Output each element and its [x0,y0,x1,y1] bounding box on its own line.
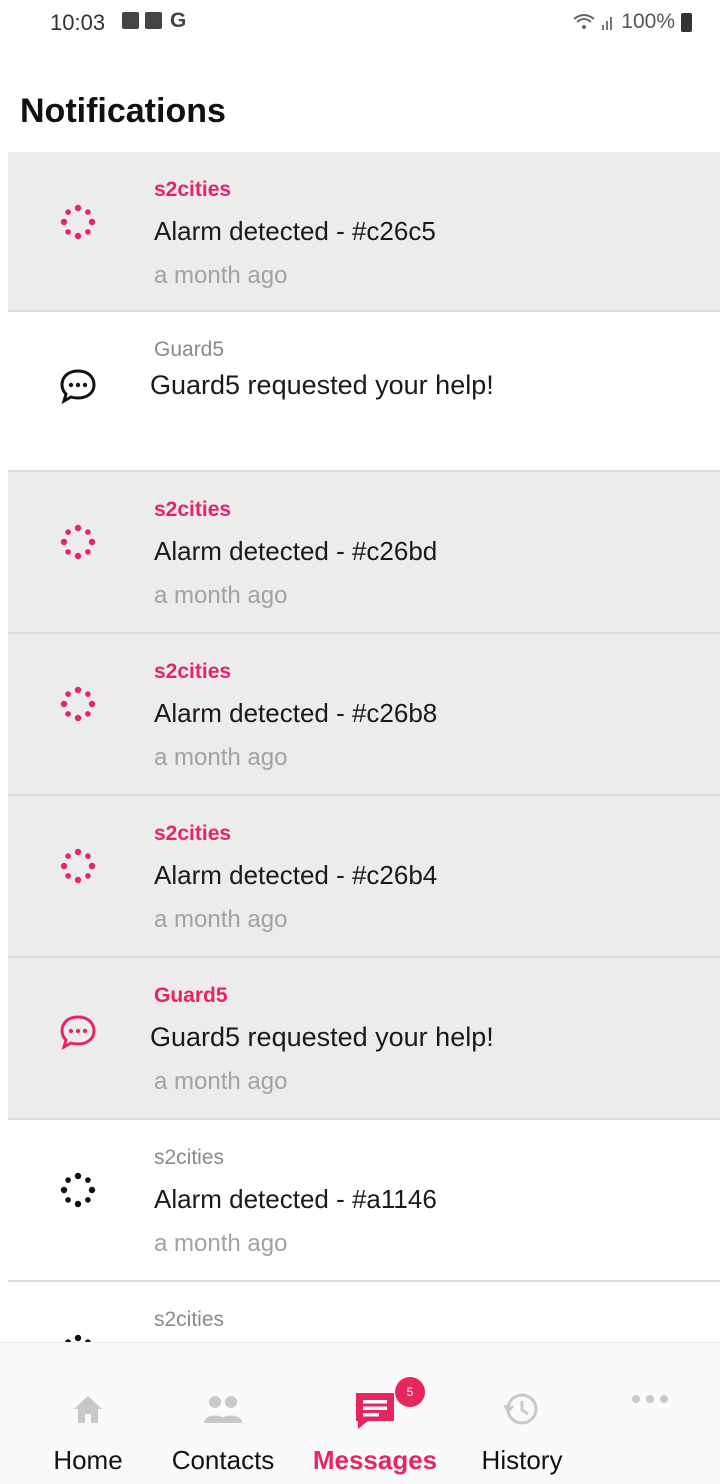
notification-time: a month ago [154,906,288,933]
notification-sender: s2cities [154,498,232,521]
notification-item[interactable]: s2cities Alarm detected - #c26bd a month a… [8,472,720,634]
notification-item[interactable]: s2cities Alarm detected - #c26b8 a month a… [8,634,720,796]
notification-item[interactable]: s2cities Alarm detected - #c26c5 a month a… [8,152,720,312]
home-icon [68,1389,108,1434]
notification-list[interactable]: s2cities Alarm detected - #c26c5 a month a… [8,152,720,1342]
notification-sender: Guard5 [154,984,228,1007]
notification-message: Alarm detected - #c26c5 [154,216,436,246]
notification-item[interactable]: s2cities Alarm detected - #c26b4 a month a… [8,796,720,958]
notification-sender: s2cities [154,660,232,683]
nav-label: Home [53,1445,123,1475]
battery-percent: 100% [621,10,675,33]
notification-time: a month ago [154,1068,288,1095]
chat-icon [58,366,98,406]
status-time: 10:03 [50,10,106,35]
wifi-icon [573,14,595,29]
status-bar: 10:03 G 100% [0,0,720,52]
alarm-icon [58,684,98,724]
status-system-icons: 100% [573,10,692,34]
bottom-navigation: Home Contacts 5 Messages History [0,1342,720,1484]
nav-label: Messages [312,1445,438,1475]
notification-message: Alarm detected - #a1146 [154,1184,437,1214]
notification-message: Alarm detected - #c26bd [154,536,438,566]
alarm-icon [58,202,98,242]
notification-message: Alarm detected - #c26b8 [154,698,438,728]
notification-time: a month ago [154,582,288,609]
gallery-icon [122,12,139,29]
notification-item[interactable]: Guard5 Guard5 requested your help! [8,312,720,472]
notification-item[interactable]: s2cities Alarm detected - #a1146 a month a… [8,1120,720,1282]
notification-message: Guard5 requested your help! [150,1022,494,1052]
chat-icon [58,1012,98,1052]
notification-sender: s2cities [154,1146,225,1169]
notification-sender: s2cities [154,178,232,201]
signal-icon [602,17,613,30]
status-notification-icons: G [122,9,187,32]
alarm-icon [58,1332,98,1342]
unread-badge: 5 [395,1377,425,1407]
nav-history[interactable]: History [462,1343,582,1484]
nav-contacts[interactable]: Contacts [158,1343,288,1484]
contacts-icon [201,1389,245,1434]
nav-label: History [481,1445,563,1475]
nav-home[interactable]: Home [28,1343,148,1484]
check-icon [145,12,162,29]
more-icon [628,1389,672,1414]
notification-time: a month ago [154,744,288,771]
battery-icon [681,12,692,32]
notification-time: a month ago [154,262,288,289]
history-icon [500,1389,544,1434]
alarm-icon [58,522,98,562]
alarm-icon [58,846,98,886]
notification-message: Guard5 requested your help! [150,370,494,400]
page-title: Notifications [20,92,226,130]
messages-icon [352,1389,398,1438]
notification-sender: Guard5 [154,338,225,361]
notification-sender: s2cities [154,822,232,845]
notification-item[interactable]: s2cities [8,1282,720,1342]
google-icon: G [170,9,187,32]
notification-item[interactable]: Guard5 Guard5 requested your help! a month… [8,958,720,1120]
notification-time: a month ago [154,1230,288,1257]
nav-more[interactable] [600,1343,700,1484]
notification-sender: s2cities [154,1308,225,1331]
nav-messages[interactable]: 5 Messages [300,1343,450,1484]
nav-label: Contacts [171,1445,275,1475]
notification-message: Alarm detected - #c26b4 [154,860,438,890]
alarm-icon [58,1170,98,1210]
